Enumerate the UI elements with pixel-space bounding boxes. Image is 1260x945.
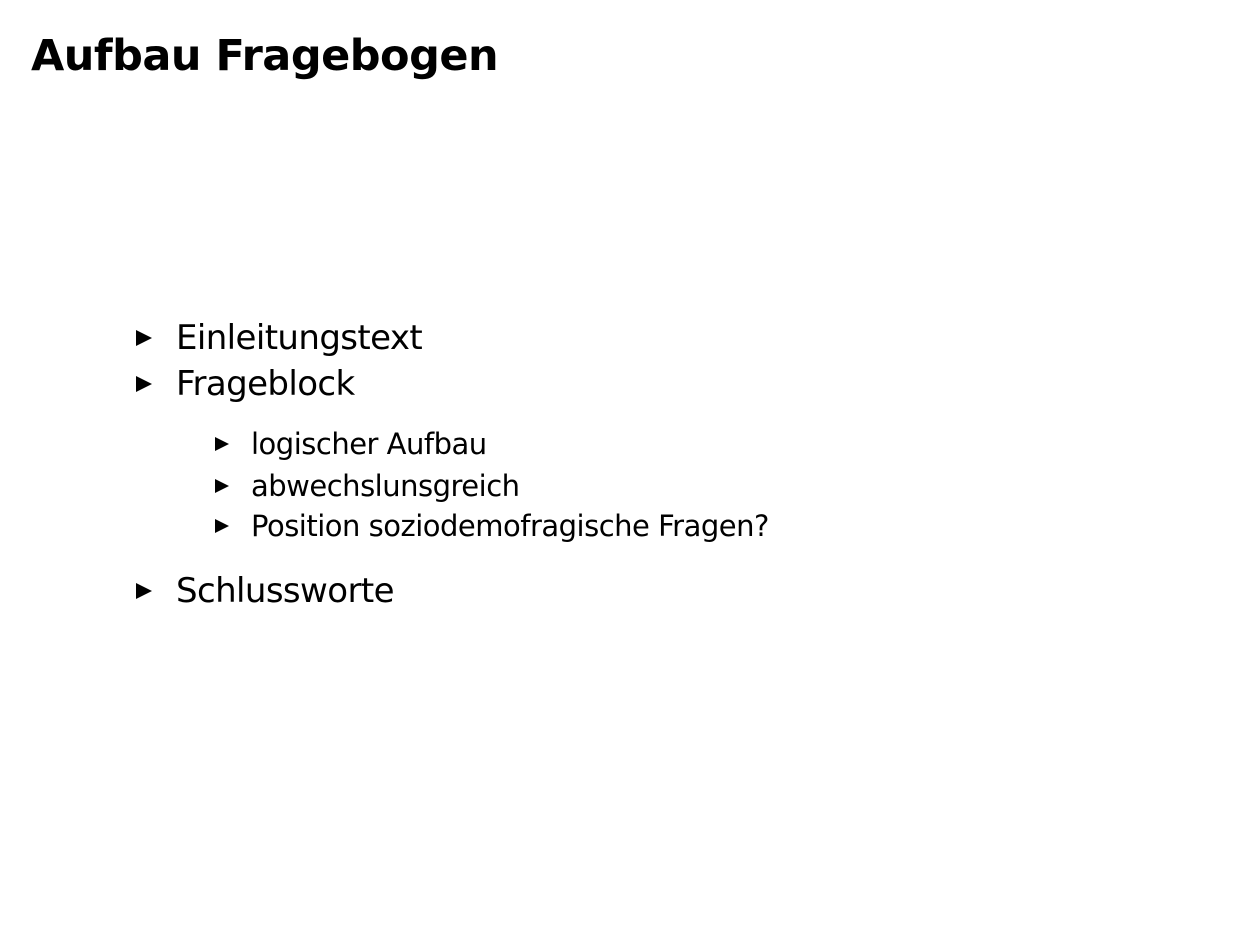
list-item-einleitungstext: Einleitungstext — [136, 317, 536, 359]
slide-title: Aufbau Fragebogen — [31, 31, 499, 81]
list-item-frageblock: Frageblock — [136, 363, 536, 405]
list-item-label: Frageblock — [176, 364, 355, 404]
sublist-item-label: logischer Aufbau — [251, 427, 487, 461]
list-item-schlussworte: Schlussworte — [136, 570, 536, 612]
sublist-item-abwechslunsgreich: abwechslunsgreich — [215, 468, 915, 504]
sublist-item-position-fragen: Position soziodemofragische Fragen? — [215, 508, 915, 544]
triangle-right-icon — [136, 330, 152, 346]
triangle-right-icon — [136, 583, 152, 599]
sublist-item-logischer-aufbau: logischer Aufbau — [215, 426, 915, 462]
triangle-right-icon — [215, 437, 229, 451]
list-item-label: Schlussworte — [176, 571, 394, 611]
triangle-right-icon — [215, 479, 229, 493]
sublist-item-label: Position soziodemofragische Fragen? — [251, 509, 769, 543]
triangle-right-icon — [136, 376, 152, 392]
sublist-item-label: abwechslunsgreich — [251, 469, 520, 503]
list-item-label: Einleitungstext — [176, 318, 423, 358]
triangle-right-icon — [215, 519, 229, 533]
slide: Aufbau Fragebogen Einleitungstext Frageb… — [0, 0, 1260, 945]
